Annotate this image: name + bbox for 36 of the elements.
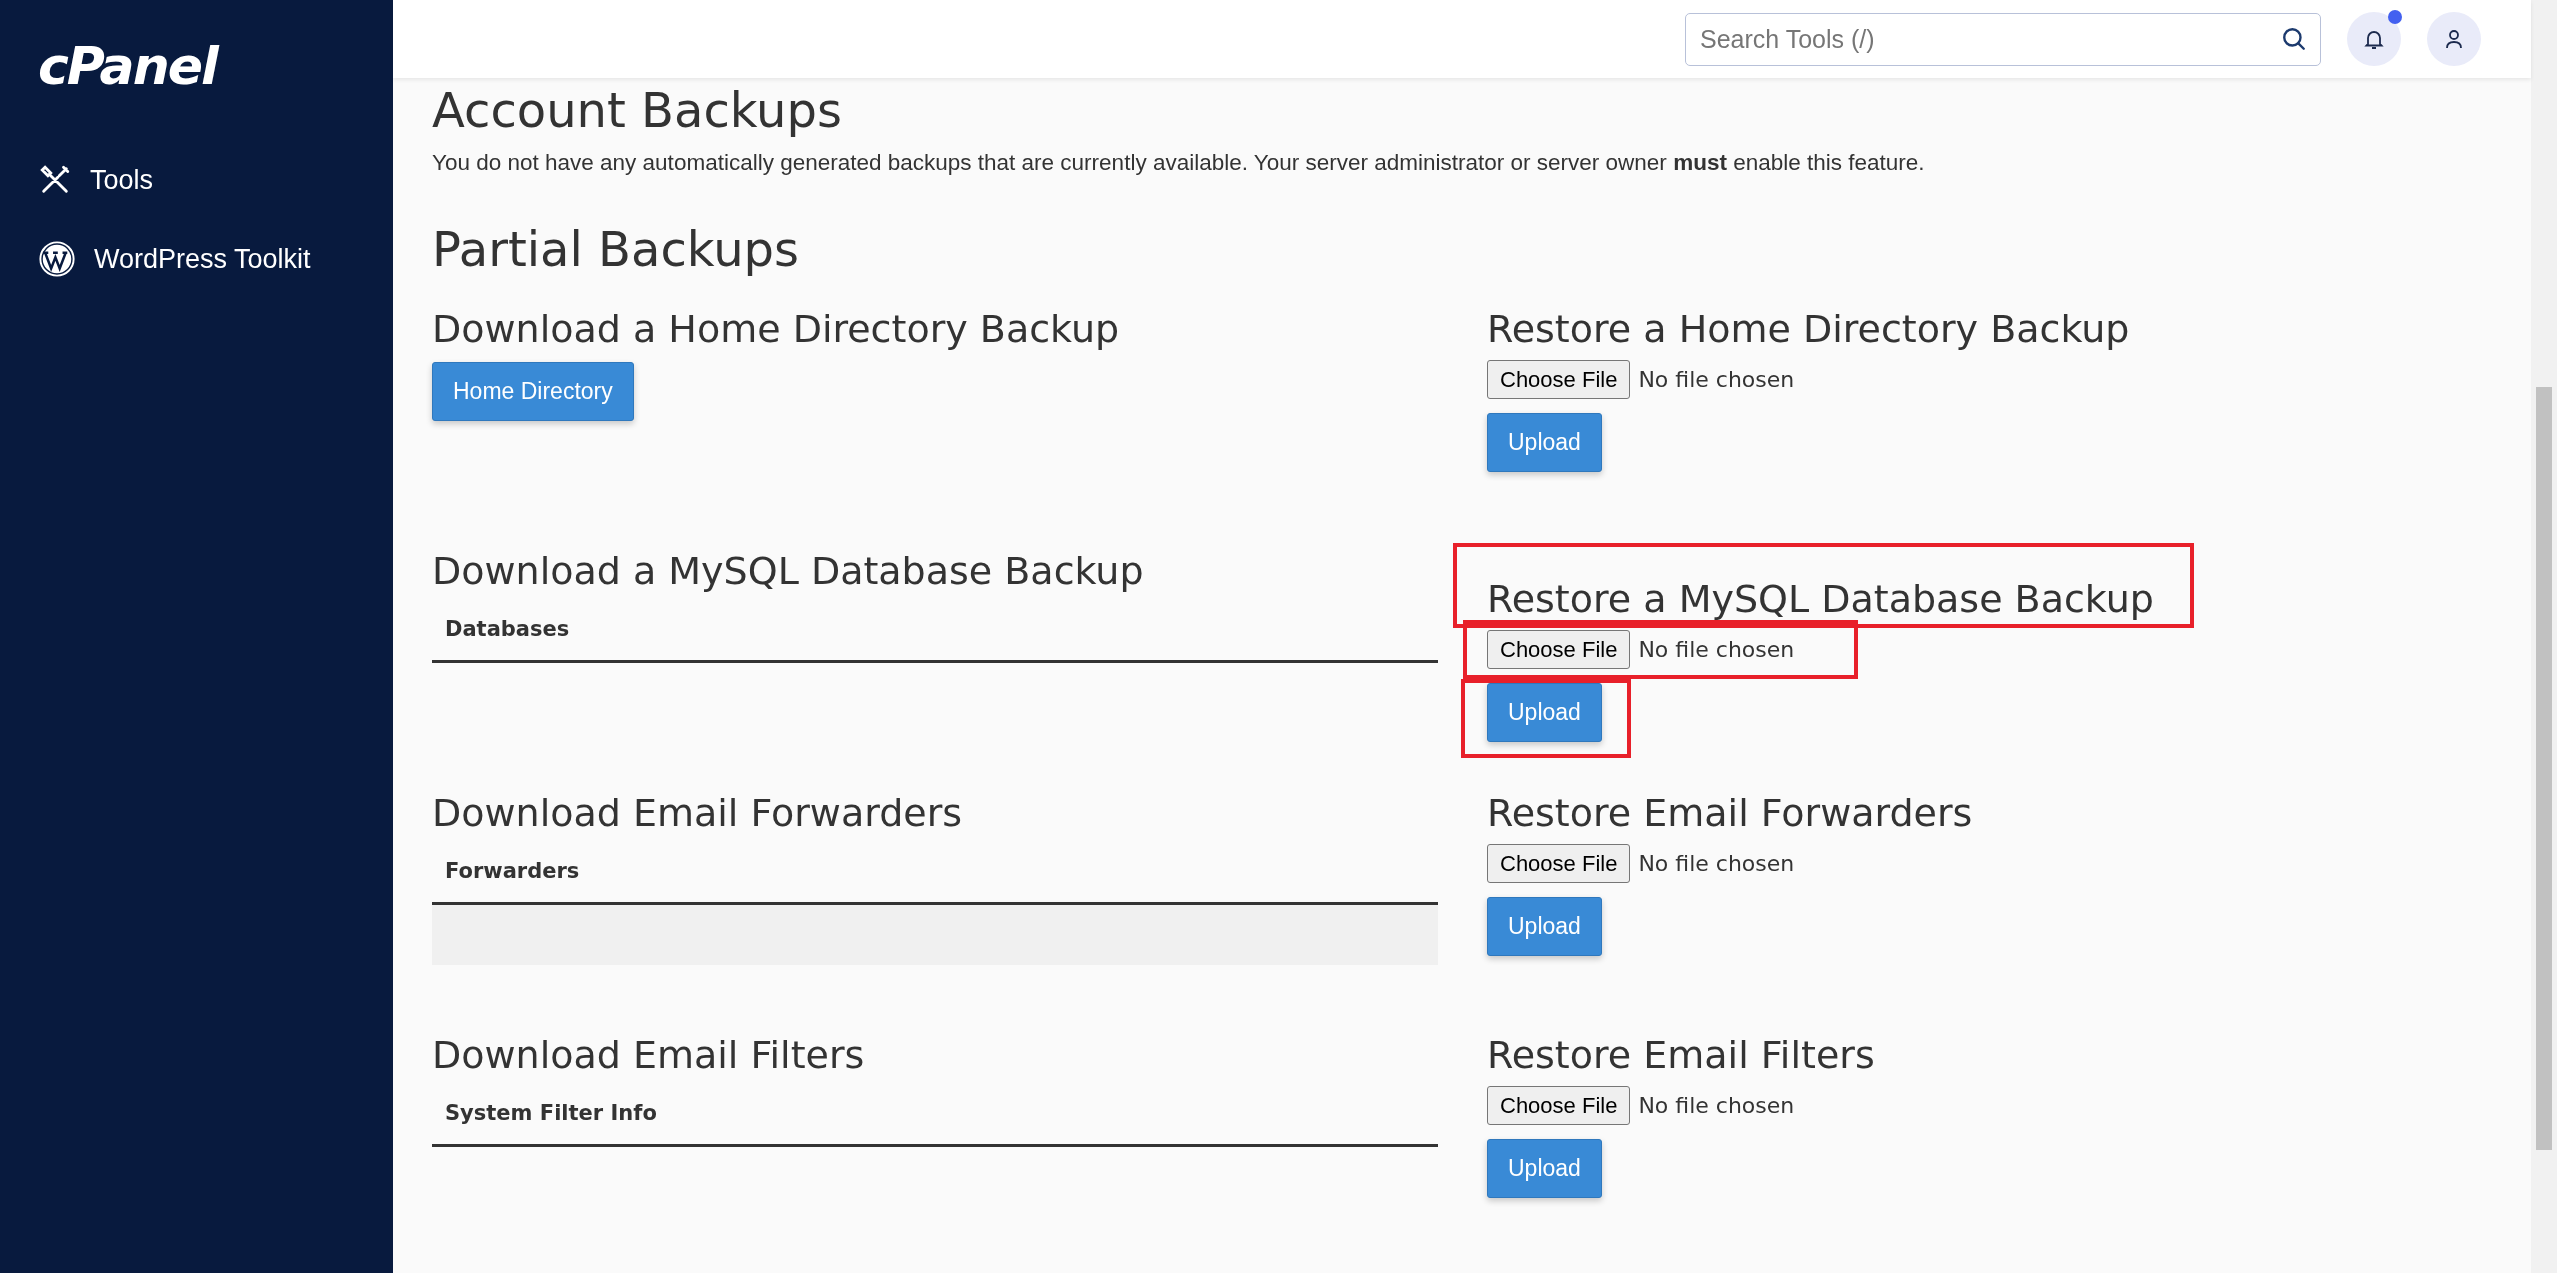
- subsection-heading: Restore a MySQL Database Backup: [1487, 576, 2154, 623]
- upload-button[interactable]: Upload: [1487, 1139, 1602, 1198]
- file-status-text: No file chosen: [1638, 1092, 1795, 1121]
- upload-button[interactable]: Upload: [1487, 897, 1602, 956]
- file-status-text: No file chosen: [1638, 636, 1795, 665]
- subsection-heading: Restore a Home Directory Backup: [1487, 306, 2131, 353]
- subsection-heading: Restore Email Forwarders: [1487, 790, 1974, 837]
- table-header: Databases: [432, 596, 1438, 663]
- file-status-text: No file chosen: [1638, 850, 1795, 879]
- section-heading: Partial Backups: [432, 221, 801, 279]
- info-message: You do not have any automatically generated backups that are currently available. Your server administrator or server owner must enable this feature.: [432, 148, 1926, 177]
- scrollbar[interactable]: [2531, 0, 2557, 1273]
- notifications-button[interactable]: [2347, 12, 2401, 67]
- user-button[interactable]: [2427, 12, 2481, 67]
- sidebar-item[interactable]: Tools: [38, 160, 393, 201]
- search-field[interactable]: Search Tools (/): [1685, 12, 2321, 66]
- subsection-heading: Download Email Forwarders: [432, 790, 964, 837]
- scrollbar-thumb[interactable]: [2536, 387, 2552, 1150]
- subsection-heading: Download a Home Directory Backup: [432, 306, 1121, 353]
- logo: cPanel: [38, 40, 220, 92]
- sidebar-item[interactable]: WordPress Toolkit: [38, 238, 393, 279]
- download-button[interactable]: Home Directory: [432, 362, 634, 421]
- upload-button[interactable]: Upload: [1487, 683, 1602, 742]
- search-icon: [2281, 25, 2307, 52]
- choose-file-button[interactable]: Choose File: [1487, 630, 1631, 670]
- section-heading: Account Backups: [432, 82, 843, 140]
- table-header: System Filter Info: [432, 1080, 1438, 1147]
- file-status-text: No file chosen: [1638, 366, 1795, 395]
- choose-file-button[interactable]: Choose File: [1487, 844, 1631, 884]
- subsection-heading: Download Email Filters: [432, 1032, 866, 1079]
- choose-file-button[interactable]: Choose File: [1487, 1086, 1631, 1126]
- subsection-heading: Restore Email Filters: [1487, 1032, 1876, 1079]
- choose-file-button[interactable]: Choose File: [1487, 360, 1631, 400]
- subsection-heading: Download a MySQL Database Backup: [432, 548, 1145, 595]
- wordpress-icon: [38, 239, 76, 278]
- upload-button[interactable]: Upload: [1487, 413, 1602, 472]
